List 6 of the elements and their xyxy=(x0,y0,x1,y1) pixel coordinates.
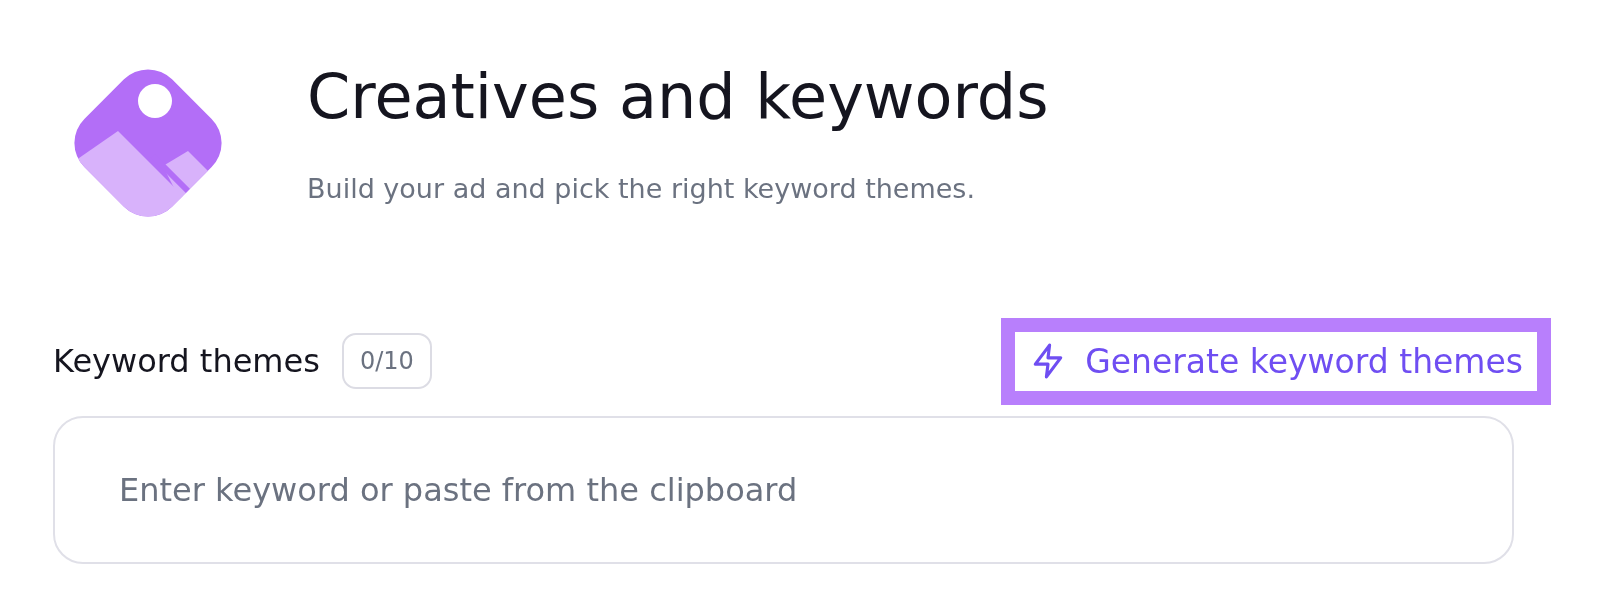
page-title: Creatives and keywords xyxy=(307,60,1049,133)
keyword-input[interactable]: Enter keyword or paste from the clipboard xyxy=(53,416,1514,564)
generate-button[interactable]: Generate keyword themes xyxy=(1001,317,1551,405)
count-badge: 0/10 xyxy=(341,333,432,389)
page-subtitle: Build your ad and pick the right keyword themes. xyxy=(307,173,976,204)
section-label: Keyword themes xyxy=(53,342,320,380)
